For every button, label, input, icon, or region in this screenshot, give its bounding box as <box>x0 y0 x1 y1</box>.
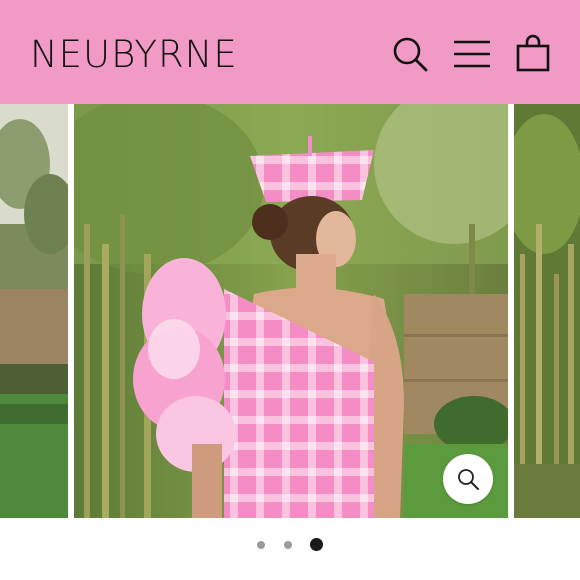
site-header: NEUBYRNE <box>0 0 580 104</box>
gallery-slide-next[interactable] <box>514 104 580 518</box>
gallery-pagination <box>0 536 580 556</box>
gallery-slide-active[interactable] <box>74 104 508 518</box>
cart-icon[interactable] <box>514 34 554 74</box>
zoom-icon <box>458 469 479 490</box>
pagination-dot-1[interactable] <box>257 540 266 549</box>
brand-logo[interactable]: NEUBYRNE <box>30 30 238 80</box>
pagination-dot-2[interactable] <box>283 540 292 549</box>
zoom-button[interactable] <box>443 454 493 504</box>
search-icon[interactable] <box>390 34 430 74</box>
menu-icon[interactable] <box>452 34 492 74</box>
pagination-dot-3-active[interactable] <box>309 538 323 552</box>
gallery-slide-previous[interactable] <box>0 104 68 518</box>
